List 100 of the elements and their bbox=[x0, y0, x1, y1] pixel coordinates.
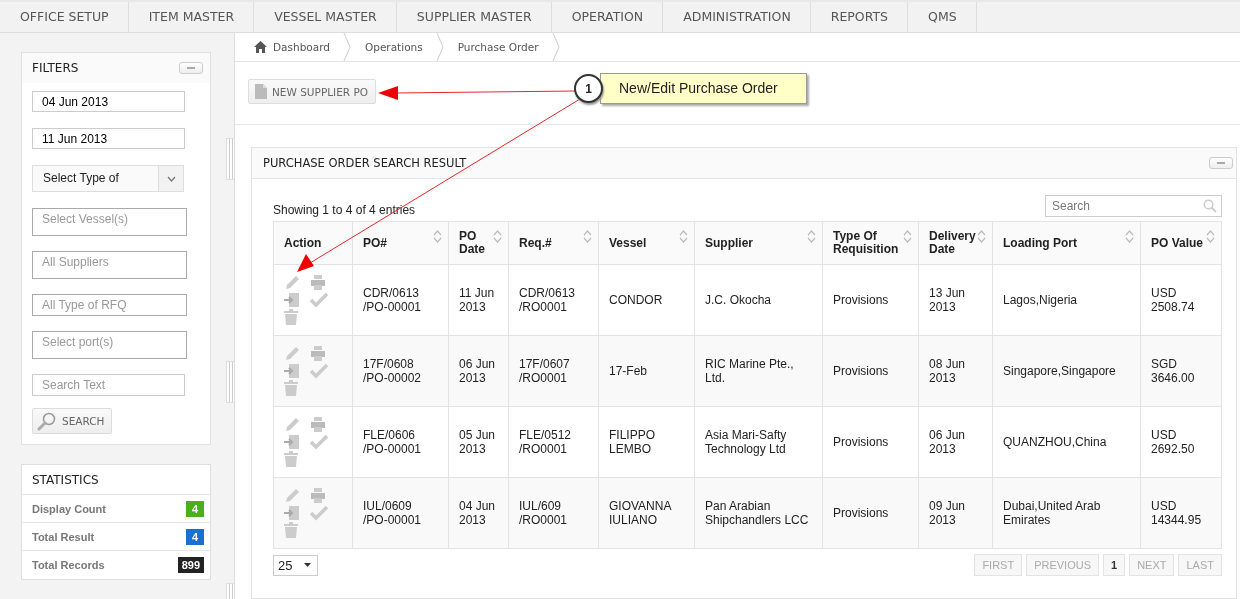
column-header: Action bbox=[273, 221, 353, 265]
sort-icon bbox=[1206, 230, 1215, 243]
breadcrumb-link[interactable]: Operations bbox=[364, 41, 423, 53]
resize-handle[interactable] bbox=[226, 138, 235, 180]
search-icon bbox=[1203, 199, 1217, 213]
menu-tab[interactable]: OPERATION bbox=[551, 2, 664, 32]
search-icon bbox=[37, 411, 57, 431]
pencil-icon bbox=[284, 417, 300, 433]
column-header[interactable]: Type Of Requisition bbox=[822, 221, 919, 265]
multi-select-field[interactable]: All Suppliers bbox=[32, 251, 187, 279]
table-cell: FLE/0512 /RO0001 bbox=[508, 406, 599, 478]
menu-tab[interactable]: ADMINISTRATION bbox=[663, 2, 811, 32]
table-cell: CONDOR bbox=[598, 264, 695, 336]
document-icon bbox=[255, 84, 267, 99]
input-field[interactable]: Search Text bbox=[32, 374, 185, 396]
resize-handle[interactable] bbox=[226, 361, 235, 403]
count-badge: 4 bbox=[186, 528, 204, 545]
sort-icon bbox=[903, 230, 912, 243]
table-cell: 17-Feb bbox=[598, 335, 695, 407]
import-icon bbox=[284, 434, 300, 450]
trash-icon bbox=[284, 380, 298, 396]
panel-title: FILTERS bbox=[32, 61, 79, 75]
table-cell: 06 Jun 2013 bbox=[918, 406, 993, 478]
table-cell: 05 Jun 2013 bbox=[448, 406, 509, 478]
breadcrumb-link[interactable]: Dashboard bbox=[254, 41, 330, 53]
count-badge: 4 bbox=[186, 500, 204, 517]
column-header[interactable]: Vessel bbox=[598, 221, 695, 265]
input-field[interactable]: All Type of RFQ bbox=[32, 294, 187, 316]
search-field[interactable]: Search bbox=[1045, 195, 1222, 217]
type-dropdown[interactable]: Select Type of bbox=[32, 165, 184, 192]
sort-icon bbox=[583, 230, 592, 243]
table-cell: RIC Marine Pte., Ltd. bbox=[694, 335, 823, 407]
page-size-dropdown[interactable]: 25 bbox=[273, 554, 319, 576]
table-cell: SGD 3646.00 bbox=[1140, 335, 1222, 407]
table-cell: Lagos,Nigeria bbox=[992, 264, 1141, 336]
date-field[interactable]: 11 Jun 2013 bbox=[32, 128, 185, 149]
chevron-right-icon bbox=[342, 33, 351, 61]
multi-select-field[interactable]: Select port(s) bbox=[32, 331, 187, 359]
column-header[interactable]: Delivery Date bbox=[918, 221, 993, 265]
trash-icon bbox=[284, 522, 298, 538]
pencil-icon bbox=[284, 346, 300, 362]
checkmark-icon bbox=[310, 434, 328, 450]
panel-title: STATISTICS bbox=[32, 472, 99, 487]
table-cell: USD 14344.95 bbox=[1140, 477, 1222, 549]
import-icon bbox=[284, 363, 300, 379]
stat-label: Total Records bbox=[32, 559, 105, 571]
sort-icon bbox=[679, 230, 688, 243]
trash-icon bbox=[284, 309, 298, 325]
table-cell: Asia Mari-Safty Technology Ltd bbox=[694, 406, 823, 478]
column-header[interactable]: PO Date bbox=[448, 221, 509, 265]
chevron-right-icon bbox=[551, 33, 560, 61]
table-cell: CDR/0613 /PO-00001 bbox=[352, 264, 449, 336]
column-header[interactable]: Req.# bbox=[508, 221, 599, 265]
table-cell: Provisions bbox=[822, 406, 919, 478]
column-header[interactable]: PO# bbox=[352, 221, 449, 265]
table-cell: J.C. Okocha bbox=[694, 264, 823, 336]
sort-icon bbox=[493, 230, 502, 243]
collapse-button[interactable] bbox=[1209, 157, 1233, 169]
table-cell: GIOVANNA IULIANO bbox=[598, 477, 695, 549]
table-cell: CDR/0613 /RO0001 bbox=[508, 264, 599, 336]
table-cell: QUANZHOU,China bbox=[992, 406, 1141, 478]
stat-label: Total Result bbox=[32, 530, 95, 543]
table-cell: FLE/0606 /PO-00001 bbox=[352, 406, 449, 478]
multi-select-field[interactable]: Select Vessel(s) bbox=[32, 208, 187, 236]
table-cell: USD 2692.50 bbox=[1140, 406, 1222, 478]
sort-icon bbox=[977, 230, 986, 243]
table-cell: IUL/0609 /PO-00001 bbox=[352, 477, 449, 549]
printer-icon bbox=[310, 488, 326, 504]
column-header[interactable]: Supplier bbox=[694, 221, 823, 265]
table-cell: 04 Jun 2013 bbox=[448, 477, 509, 549]
date-field[interactable]: 04 Jun 2013 bbox=[32, 91, 185, 112]
import-icon bbox=[284, 505, 300, 521]
table-cell: Provisions bbox=[822, 264, 919, 336]
pagination-button[interactable]: 1 bbox=[1103, 554, 1126, 576]
menu-tab[interactable]: REPORTS bbox=[810, 2, 909, 32]
checkmark-icon bbox=[310, 505, 328, 521]
menu-tab[interactable]: ITEM MASTER bbox=[128, 2, 255, 32]
table-cell: 08 Jun 2013 bbox=[918, 335, 993, 407]
column-header[interactable]: PO Value bbox=[1140, 221, 1222, 265]
trash-icon bbox=[284, 451, 298, 467]
menu-tab[interactable]: VESSEL MASTER bbox=[254, 2, 397, 32]
table-cell: Provisions bbox=[822, 335, 919, 407]
menu-tab[interactable]: OFFICE SETUP bbox=[0, 2, 129, 32]
chevron-down-icon bbox=[166, 175, 176, 182]
collapse-button[interactable] bbox=[179, 62, 203, 74]
column-header[interactable]: Loading Port bbox=[992, 221, 1141, 265]
search-button[interactable]: SEARCH bbox=[32, 408, 113, 434]
table-cell: 06 Jun 2013 bbox=[448, 335, 509, 407]
pencil-icon bbox=[284, 275, 300, 291]
table-cell: 09 Jun 2013 bbox=[918, 477, 993, 549]
table-cell: Singapore,Singapore bbox=[992, 335, 1141, 407]
table-cell: FILIPPO LEMBO bbox=[598, 406, 695, 478]
table-cell: 13 Jun 2013 bbox=[918, 264, 993, 336]
printer-icon bbox=[310, 275, 326, 291]
breadcrumb-link[interactable]: Purchase Order bbox=[457, 41, 539, 53]
table-cell: 17F/0607 /RO0001 bbox=[508, 335, 599, 407]
menu-tab[interactable]: SUPPLIER MASTER bbox=[396, 2, 552, 32]
menu-tab[interactable]: QMS bbox=[908, 2, 977, 32]
new-supplier-po-button[interactable]: NEW SUPPLIER PO bbox=[248, 79, 377, 104]
sort-icon bbox=[1125, 230, 1134, 243]
